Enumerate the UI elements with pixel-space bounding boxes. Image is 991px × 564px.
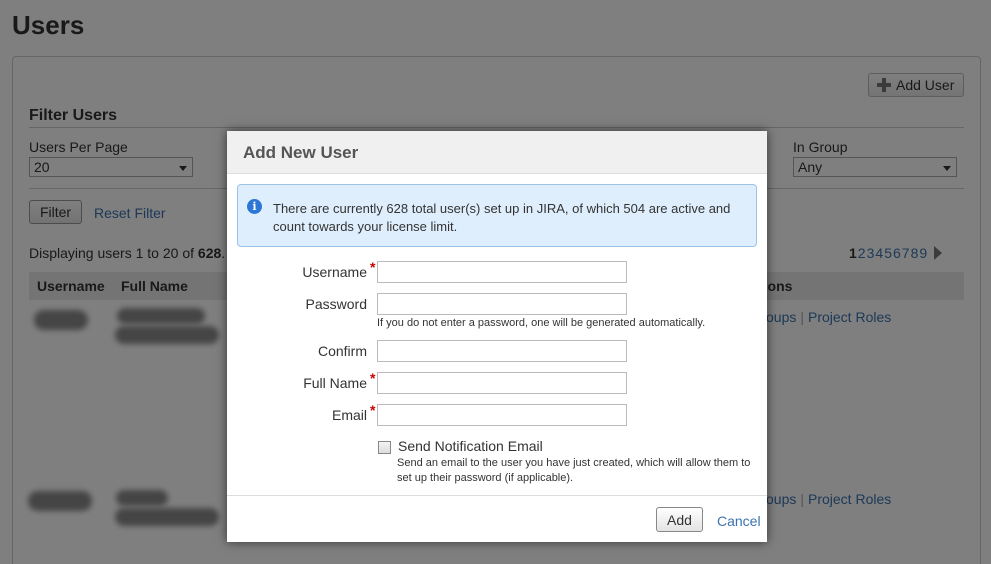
password-label: Password	[305, 296, 367, 312]
password-hint: If you do not enter a password, one will…	[377, 317, 706, 329]
password-field[interactable]	[377, 293, 627, 315]
cancel-link[interactable]: Cancel	[717, 513, 761, 529]
required-marker: *	[370, 259, 376, 275]
add-button[interactable]: Add	[656, 507, 703, 532]
required-marker: *	[370, 402, 376, 418]
dialog-footer-divider	[227, 495, 767, 496]
username-label: Username	[302, 264, 367, 280]
info-text: There are currently 628 total user(s) se…	[273, 201, 731, 234]
username-field[interactable]	[377, 261, 627, 283]
email-label: Email	[331, 407, 367, 423]
send-notification-label[interactable]: Send Notification Email	[398, 438, 543, 454]
info-message: i There are currently 628 total user(s) …	[237, 184, 757, 247]
full-name-field[interactable]	[377, 372, 627, 394]
send-notification-checkbox[interactable]	[378, 441, 391, 454]
required-marker: *	[370, 370, 376, 386]
confirm-password-field[interactable]	[377, 340, 627, 362]
email-field[interactable]	[377, 404, 627, 426]
info-icon: i	[247, 199, 262, 214]
notification-hint-line: Send an email to the user you have just …	[397, 457, 751, 469]
full-name-label: Full Name	[303, 375, 367, 391]
dialog-title: Add New User	[227, 131, 767, 174]
notification-hint-line: set up their password (if applicable).	[397, 472, 574, 484]
notification-hint: Send an email to the user you have just …	[397, 456, 750, 486]
add-user-dialog: Add New User i There are currently 628 t…	[227, 131, 767, 542]
confirm-label: Confirm	[317, 343, 367, 359]
